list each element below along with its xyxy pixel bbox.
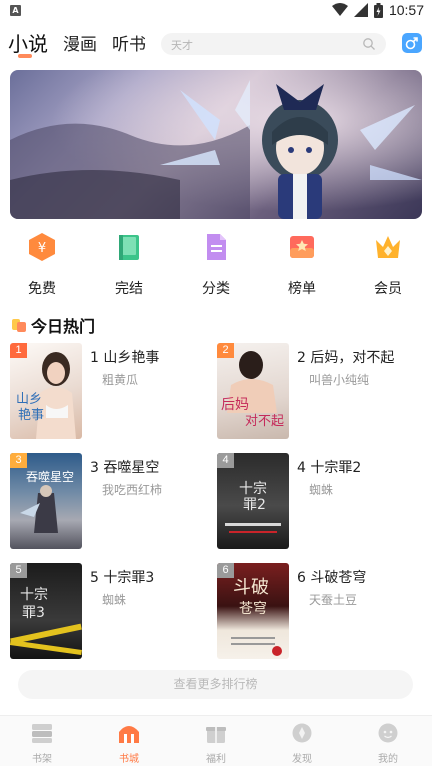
search-icon	[363, 38, 375, 50]
book-item[interactable]: 后妈 对不起 2 2 后妈，对不起 叫兽小纯纯	[217, 343, 417, 443]
book-item[interactable]: 十宗 罪3 5 5 十宗罪3 蜘蛛	[10, 563, 210, 663]
nav-profile[interactable]: 我的	[358, 722, 418, 765]
nav-discover-label: 发现	[292, 754, 312, 765]
book-title: 1 山乡艳事	[90, 350, 160, 366]
category-vip[interactable]: 会员	[358, 232, 418, 298]
book-title: 5 十宗罪3	[90, 570, 155, 586]
hot-list-icon	[12, 318, 26, 332]
document-icon	[207, 234, 226, 260]
book-author: 天蚕土豆	[309, 593, 358, 607]
nav-bookstore[interactable]: 书城	[99, 722, 159, 765]
category-vip-label: 会员	[374, 281, 402, 297]
category-free-label: 免费	[28, 281, 56, 297]
tab-comic[interactable]: 漫画	[63, 30, 97, 55]
active-tab-indicator	[18, 54, 32, 58]
status-bar: A 10:57	[0, 0, 432, 24]
book-cover: 后妈 对不起 2	[217, 343, 289, 439]
nav-discover[interactable]: 发现	[272, 722, 332, 765]
svg-text:艳事: 艳事	[18, 407, 44, 423]
svg-text:十宗: 十宗	[20, 587, 48, 603]
svg-text:后妈: 后妈	[221, 397, 249, 413]
book-item[interactable]: 斗破 苍穹 6 6 斗破苍穹 天蚕土豆	[217, 563, 417, 663]
male-icon	[405, 37, 418, 50]
nav-welfare[interactable]: 福利	[186, 722, 246, 765]
notification-icon: A	[10, 5, 21, 16]
tab-audiobook[interactable]: 听书	[112, 30, 146, 55]
svg-text:十宗: 十宗	[239, 481, 267, 497]
category-completed-label: 完结	[115, 281, 143, 297]
gift-icon	[206, 727, 226, 743]
book-title: 6 斗破苍穹	[297, 570, 367, 586]
book-item[interactable]: 吞噬星空 3 3 吞噬星空 我吃西红柿	[10, 453, 210, 553]
banner-artwork	[10, 70, 422, 219]
book-author: 粗黄瓜	[102, 373, 139, 387]
book-title: 2 后妈，对不起	[297, 350, 395, 366]
wifi-icon	[331, 3, 348, 16]
category-free[interactable]: ¥ 免费	[12, 232, 72, 298]
book-cover: 山乡 艳事 1	[10, 343, 82, 439]
book-cover: 吞噬星空 3	[10, 453, 82, 549]
svg-text:对不起: 对不起	[245, 414, 284, 429]
book-item[interactable]: 山乡 艳事 1 1 山乡艳事 粗黄瓜	[10, 343, 210, 443]
clock: 10:57	[388, 2, 424, 18]
bottom-nav: 书架 书城 福利 发现 我的	[0, 715, 432, 766]
category-genres-label: 分类	[202, 281, 230, 297]
nav-bookstore-label: 书城	[119, 754, 139, 765]
rank-badge: 6	[217, 563, 234, 578]
hot-today-header: 今日热门	[12, 314, 95, 336]
category-completed[interactable]: 完结	[99, 232, 159, 298]
book-cover: 十宗 罪3 5	[10, 563, 82, 659]
svg-text:苍穹: 苍穹	[239, 601, 267, 617]
category-genres[interactable]: 分类	[186, 232, 246, 298]
bookshelf-icon	[32, 724, 52, 743]
crown-icon	[376, 236, 400, 258]
rank-badge: 4	[217, 453, 234, 468]
battery-icon	[373, 2, 383, 18]
svg-text:吞噬星空: 吞噬星空	[26, 469, 74, 484]
book-author: 蜘蛛	[102, 593, 127, 607]
svg-text:¥: ¥	[38, 241, 46, 256]
search-input[interactable]: 天才	[161, 33, 386, 55]
bookstore-icon	[119, 726, 139, 743]
book-author: 蜘蛛	[309, 483, 334, 497]
svg-text:罪2: 罪2	[243, 497, 266, 513]
gender-toggle-button[interactable]	[402, 33, 422, 53]
profile-icon	[378, 723, 398, 743]
book-title: 4 十宗罪2	[297, 460, 362, 476]
book-title: 3 吞噬星空	[90, 460, 160, 476]
svg-text:罪3: 罪3	[22, 605, 45, 621]
book-cover: 斗破 苍穹 6	[217, 563, 289, 659]
rank-badge: 2	[217, 343, 234, 358]
view-more-rankings-button[interactable]: 查看更多排行榜	[18, 670, 413, 699]
category-rankings-label: 榜单	[288, 281, 316, 297]
nav-profile-label: 我的	[378, 754, 398, 765]
discover-icon	[292, 723, 312, 743]
promo-banner[interactable]	[10, 70, 422, 219]
book-icon	[119, 235, 139, 260]
tab-novel[interactable]: 小说	[8, 28, 48, 57]
coin-icon: ¥	[29, 233, 55, 261]
signal-icon	[353, 3, 368, 17]
nav-welfare-label: 福利	[206, 754, 226, 765]
book-cover: 十宗 罪2 4	[217, 453, 289, 549]
rank-badge: 5	[10, 563, 27, 578]
svg-text:斗破: 斗破	[233, 577, 269, 598]
nav-bookshelf[interactable]: 书架	[12, 722, 72, 765]
book-author: 叫兽小纯纯	[309, 373, 370, 387]
rank-badge: 3	[10, 453, 27, 468]
book-item[interactable]: 十宗 罪2 4 4 十宗罪2 蜘蛛	[217, 453, 417, 553]
hot-today-title: 今日热门	[31, 317, 96, 336]
nav-bookshelf-label: 书架	[32, 754, 52, 765]
svg-text:山乡: 山乡	[16, 392, 42, 407]
book-author: 我吃西红柿	[102, 483, 163, 497]
rank-badge: 1	[10, 343, 27, 358]
search-placeholder: 天才	[171, 39, 193, 52]
status-indicators: 10:57	[331, 2, 424, 18]
ranking-icon	[290, 236, 314, 258]
category-rankings[interactable]: 榜单	[272, 232, 332, 298]
